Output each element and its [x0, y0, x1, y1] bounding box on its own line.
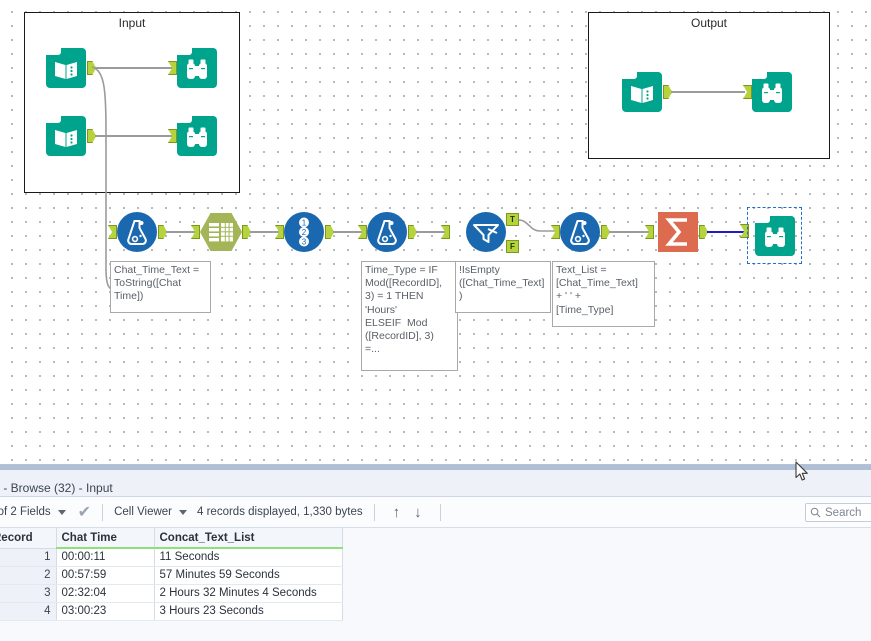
table-header-row: Record Chat Time Concat_Text_List [0, 528, 343, 549]
summarize-sigma-icon [658, 212, 698, 252]
results-panel: s - Browse (32) - Input 2 of 2 Fields ✔ … [0, 464, 871, 641]
formula-flask-icon [560, 212, 600, 252]
input-data-icon [46, 48, 86, 88]
record-id-123-icon: 1 2 3 [284, 212, 324, 252]
toolbar-divider [439, 503, 441, 521]
browse-binoculars-icon [755, 216, 795, 256]
cell-chat-time[interactable]: 00:00:11 [56, 548, 155, 567]
input-data-icon [622, 72, 662, 112]
formula-tool-1[interactable] [117, 212, 157, 252]
table-row[interactable]: 3 02:32:04 2 Hours 32 Minutes 4 Seconds [0, 584, 343, 603]
formula-flask-icon [117, 212, 157, 252]
cell-concat-text-list[interactable]: 57 Minutes 59 Seconds [154, 566, 343, 585]
text-to-columns-icon [200, 213, 242, 251]
row-number: 3 [0, 584, 57, 603]
records-status-label: 4 records displayed, 1,330 bytes [197, 506, 363, 518]
connection-wire[interactable] [416, 231, 446, 233]
connection-wire[interactable] [609, 231, 649, 233]
results-toolbar: 2 of 2 Fields ✔ Cell Viewer 4 records di… [0, 497, 871, 528]
annotation-formula-3[interactable]: Text_List = [Chat_Time_Text] + ' ' + [Ti… [552, 261, 655, 327]
column-header-concat-text-list[interactable]: Concat_Text_List [154, 528, 343, 549]
browse-binoculars-icon [177, 48, 217, 88]
search-placeholder: Search [825, 506, 862, 519]
cell-chat-time[interactable]: 02:32:04 [56, 584, 155, 603]
formula-tool-2[interactable] [367, 212, 407, 252]
view-mode-selector[interactable]: Cell Viewer [114, 506, 191, 518]
connection-wire[interactable] [671, 91, 745, 93]
filter-funnel-icon [466, 212, 506, 252]
formula-tool-3[interactable] [560, 212, 600, 252]
cell-chat-time[interactable]: 00:57:59 [56, 566, 155, 585]
browse-tool-1[interactable] [177, 48, 217, 88]
column-header-record[interactable]: Record [0, 528, 57, 549]
column-header-chat-time[interactable]: Chat Time [56, 528, 155, 549]
connection-wire[interactable] [250, 231, 280, 233]
cell-chat-time[interactable]: 03:00:23 [56, 602, 155, 621]
annotation-filter-1[interactable]: !IsEmpty ([Chat_Time_Text] ) [455, 261, 551, 313]
text-to-columns-tool[interactable] [200, 213, 242, 251]
record-id-tool[interactable]: 1 2 3 [284, 212, 324, 252]
cell-concat-text-list[interactable]: 3 Hours 23 Seconds [154, 602, 343, 621]
fields-selector-label: 2 of 2 Fields [0, 506, 51, 518]
table-body: 1 00:00:11 11 Seconds 2 00:57:59 57 Minu… [0, 548, 343, 621]
input-data-tool-3[interactable] [622, 72, 662, 112]
svg-text:3: 3 [302, 238, 307, 247]
table-row[interactable]: 2 00:57:59 57 Minutes 59 Seconds [0, 566, 343, 585]
connection-wire-selected[interactable] [707, 231, 744, 233]
input-container-title: Input [118, 16, 146, 30]
chevron-down-icon[interactable] [179, 509, 188, 515]
connection-wire[interactable] [166, 231, 196, 233]
cell-concat-text-list[interactable]: 2 Hours 32 Minutes 4 Seconds [154, 584, 343, 603]
search-input[interactable]: Search [805, 503, 871, 522]
row-number: 2 [0, 566, 57, 585]
svg-text:2: 2 [302, 228, 307, 237]
view-mode-label: Cell Viewer [114, 506, 173, 518]
browse-tool-2[interactable] [177, 116, 217, 156]
input-data-tool-2[interactable] [46, 116, 86, 156]
fields-selector[interactable]: 2 of 2 Fields [0, 506, 70, 518]
input-data-icon [46, 116, 86, 156]
svg-text:1: 1 [302, 219, 307, 228]
results-panel-header: s - Browse (32) - Input [0, 470, 871, 497]
toolbar-divider [373, 503, 375, 521]
search-magnifier-icon [810, 507, 821, 518]
filter-tool[interactable] [466, 212, 506, 252]
alteryx-designer-window: Input Output 1 2 3 T F Chat_Time_Text = … [0, 0, 871, 641]
connection-wire[interactable] [333, 231, 363, 233]
input-data-tool-1[interactable] [46, 48, 86, 88]
output-container-title: Output [690, 16, 728, 30]
table-row[interactable]: 4 03:00:23 3 Hours 23 Seconds [0, 602, 343, 621]
browse-tool-4-selected[interactable] [755, 216, 795, 256]
chevron-down-icon[interactable] [57, 509, 66, 515]
table-row[interactable]: 1 00:00:11 11 Seconds [0, 548, 343, 567]
arrow-up-icon[interactable]: ↑ [393, 504, 401, 521]
workflow-canvas[interactable]: Input Output 1 2 3 T F Chat_Time_Text = … [0, 0, 871, 464]
browse-tool-3[interactable] [752, 72, 792, 112]
annotation-formula-2[interactable]: Time_Type = IF Mod([RecordID], 3) = 1 TH… [361, 261, 458, 371]
arrow-down-icon[interactable]: ↓ [414, 504, 422, 521]
toolbar-divider [102, 503, 104, 521]
annotation-formula-1[interactable]: Chat_Time_Text = ToString([Chat Time]) [110, 261, 211, 313]
row-number: 1 [0, 548, 57, 567]
row-number: 4 [0, 602, 57, 621]
data-table: Record Chat Time Concat_Text_List 1 00:0… [0, 528, 343, 621]
formula-flask-icon [367, 212, 407, 252]
browse-binoculars-icon [752, 72, 792, 112]
results-data-grid[interactable]: Record Chat Time Concat_Text_List 1 00:0… [0, 528, 871, 641]
summarize-tool[interactable] [658, 212, 698, 252]
cell-concat-text-list[interactable]: 11 Seconds [154, 548, 343, 567]
checkmark-icon[interactable]: ✔ [78, 502, 91, 522]
browse-binoculars-icon [177, 116, 217, 156]
